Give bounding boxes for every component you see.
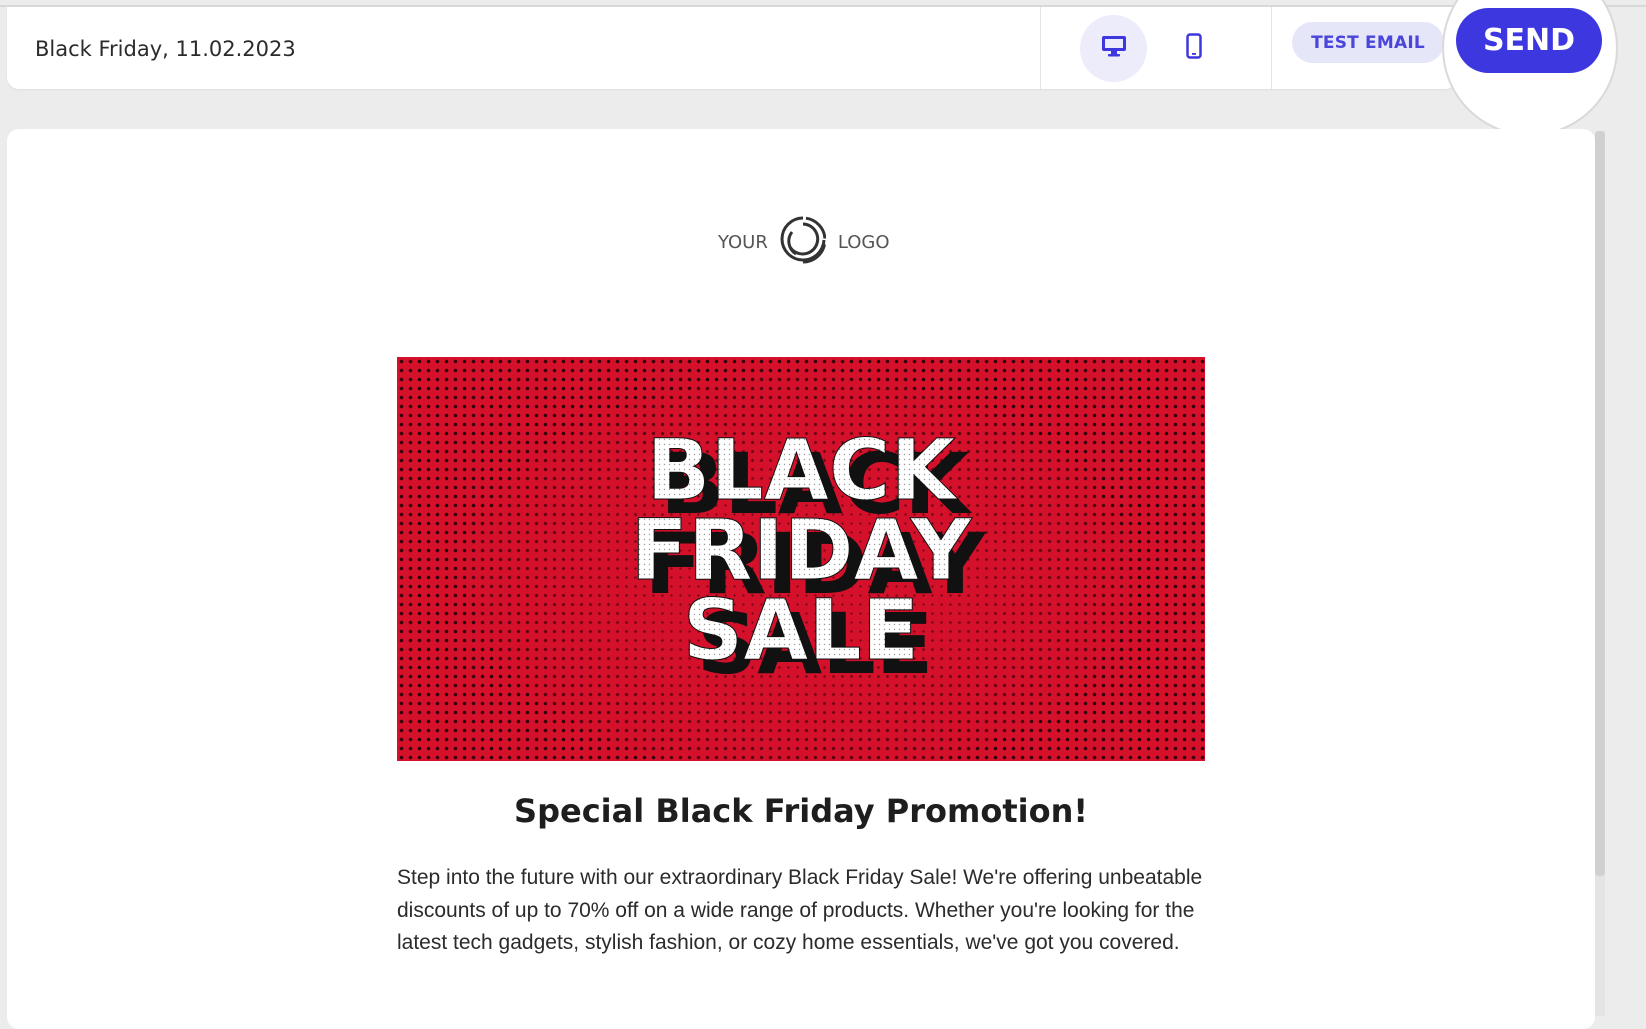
email-body-text: Step into the future with our extraordin… <box>397 866 1203 954</box>
scrollbar-thumb[interactable] <box>1595 131 1605 876</box>
desktop-preview-button[interactable] <box>1080 15 1147 82</box>
email-toolbar: Black Friday, 11.02.2023 <box>7 7 1457 89</box>
email-subject[interactable]: Black Friday, 11.02.2023 <box>35 37 296 61</box>
mobile-icon <box>1185 33 1202 64</box>
banner-line-3: SALE <box>683 581 919 679</box>
mobile-preview-button[interactable] <box>1160 15 1227 82</box>
toolbar-divider <box>1040 7 1041 89</box>
send-button[interactable]: SEND <box>1456 8 1602 73</box>
black-friday-banner: BLACK FRIDAY SALE BLACK FRIDAY SALE <box>397 357 1205 761</box>
email-headline: Special Black Friday Promotion! <box>514 792 1088 830</box>
logo-left-text: YOUR <box>718 231 768 253</box>
desktop-icon <box>1101 35 1127 62</box>
email-logo: YOUR LOGO <box>718 216 890 268</box>
toolbar-divider <box>1271 7 1272 89</box>
test-email-button[interactable]: TEST EMAIL <box>1292 22 1444 63</box>
logo-icon <box>780 214 827 271</box>
logo-right-text: LOGO <box>837 231 890 253</box>
